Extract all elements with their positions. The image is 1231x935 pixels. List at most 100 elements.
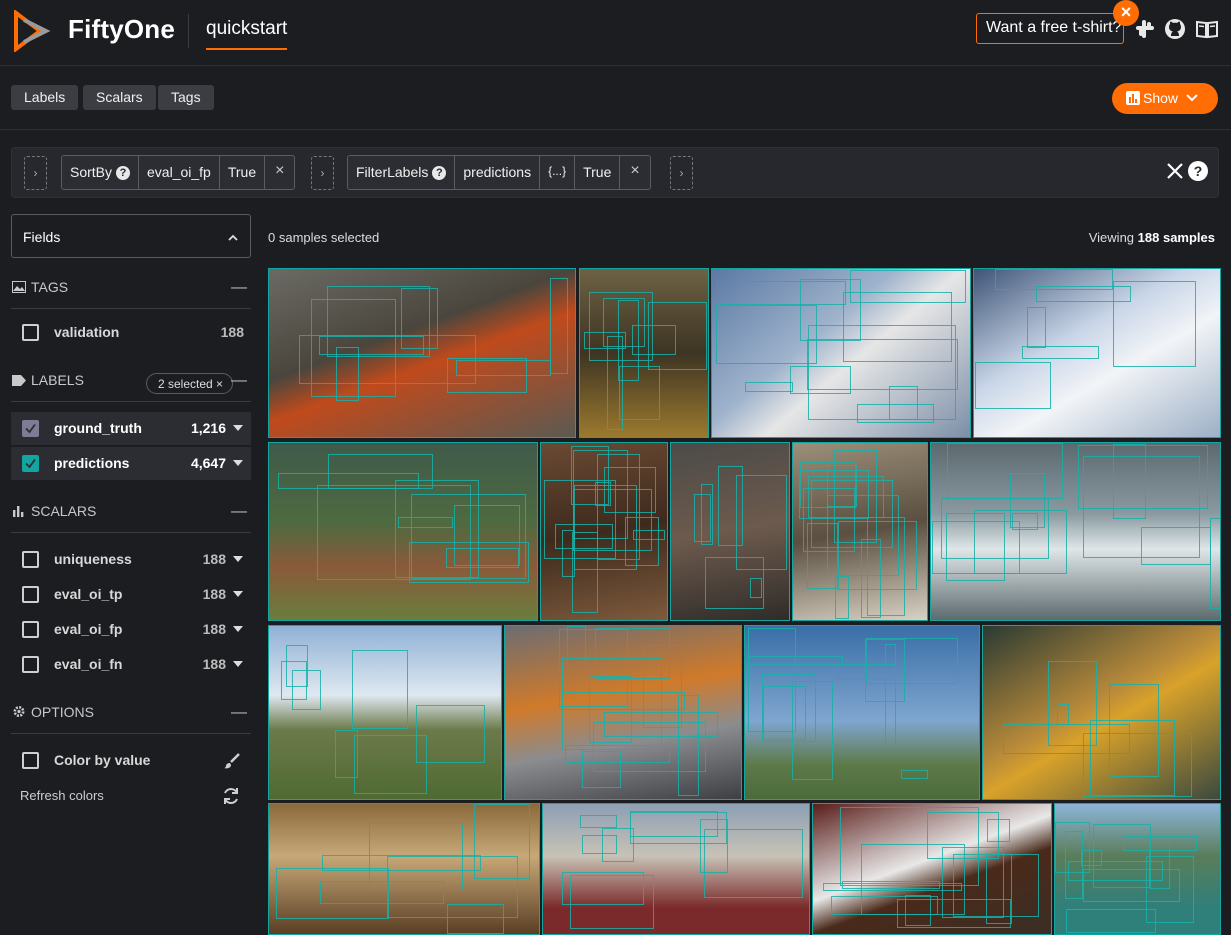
label-name: predictions: [54, 455, 130, 471]
scalar-row-eval-oi-tp[interactable]: eval_oi_tp 188: [11, 578, 251, 611]
sample-thumbnail[interactable]: [792, 442, 928, 621]
docs-book-icon[interactable]: [1196, 18, 1218, 40]
github-icon[interactable]: [1164, 18, 1186, 40]
label-name: ground_truth: [54, 420, 142, 436]
detection-box: [947, 443, 1064, 500]
detection-box: [1011, 513, 1038, 530]
remove-stage-icon[interactable]: ×: [265, 156, 294, 189]
tab-tags[interactable]: Tags: [158, 85, 214, 110]
label-row-ground-truth[interactable]: ground_truth 1,216: [11, 412, 251, 445]
sidebar: Fields TAGS — validation 188 LABELS 2 se…: [0, 199, 262, 935]
labels-section-header[interactable]: LABELS 2 selected × —: [11, 372, 251, 402]
label-count: 4,647: [190, 455, 226, 471]
options-section-header[interactable]: OPTIONS —: [11, 704, 251, 734]
help-icon[interactable]: ?: [1188, 161, 1208, 181]
slack-icon[interactable]: [1134, 18, 1156, 40]
collapse-icon[interactable]: —: [231, 503, 247, 521]
sample-thumbnail[interactable]: [268, 803, 540, 935]
fields-dropdown[interactable]: Fields: [11, 214, 251, 258]
stage-arg-only-matches[interactable]: True: [575, 156, 621, 189]
help-icon[interactable]: ?: [116, 166, 131, 180]
tag-count: 188: [220, 324, 244, 340]
detection-box: [716, 280, 846, 305]
stage-arg-field[interactable]: eval_oi_fp: [139, 156, 220, 189]
detection-box: [945, 512, 1006, 582]
collapse-icon[interactable]: —: [231, 279, 247, 297]
sample-thumbnail[interactable]: [268, 268, 576, 438]
dataset-selector[interactable]: quickstart: [206, 18, 288, 50]
view-stage-filterlabels[interactable]: FilterLabels? predictions {...} True ×: [347, 155, 651, 190]
sample-thumbnail[interactable]: [542, 803, 810, 935]
selected-labels-pill[interactable]: 2 selected ×: [146, 373, 234, 394]
detection-box: [841, 880, 941, 889]
tags-section-header[interactable]: TAGS —: [11, 279, 251, 309]
checkbox[interactable]: [22, 656, 39, 673]
expand-caret-icon[interactable]: [233, 591, 243, 597]
sample-thumbnail[interactable]: [268, 625, 502, 800]
expand-caret-icon[interactable]: [233, 626, 243, 632]
option-color-by-value[interactable]: Color by value: [11, 744, 251, 777]
free-tshirt-button[interactable]: Want a free t-shirt?: [976, 13, 1124, 44]
expand-caret-icon[interactable]: [233, 425, 243, 431]
sample-thumbnail[interactable]: [982, 625, 1221, 800]
help-icon[interactable]: ?: [432, 166, 447, 180]
scalar-row-eval-oi-fn[interactable]: eval_oi_fn 188: [11, 648, 251, 681]
clear-view-icon[interactable]: [1166, 162, 1184, 180]
checkbox[interactable]: [22, 621, 39, 638]
detection-box: [975, 362, 1051, 409]
tab-labels[interactable]: Labels: [11, 85, 79, 110]
stage-arg-reverse[interactable]: True: [220, 156, 266, 189]
checkbox-checked[interactable]: [22, 455, 39, 472]
expand-caret-icon[interactable]: [233, 460, 243, 466]
sample-thumbnail[interactable]: [930, 442, 1221, 621]
add-stage-button[interactable]: ›: [670, 156, 693, 190]
sample-thumbnail[interactable]: [1054, 803, 1221, 935]
view-stage-sortby[interactable]: SortBy? eval_oi_fp True ×: [61, 155, 296, 190]
sample-thumbnail[interactable]: [711, 268, 971, 438]
stage-name[interactable]: SortBy?: [62, 156, 140, 189]
detection-box: [299, 334, 477, 385]
sample-thumbnail[interactable]: [670, 442, 790, 621]
stage-name[interactable]: FilterLabels?: [348, 156, 456, 189]
label-row-predictions[interactable]: predictions 4,647: [11, 447, 251, 480]
sample-thumbnail[interactable]: [579, 268, 709, 438]
sample-thumbnail[interactable]: [268, 442, 538, 621]
expand-caret-icon[interactable]: [233, 556, 243, 562]
paintbrush-icon[interactable]: [223, 752, 241, 770]
detection-box: [1066, 909, 1157, 934]
detection-box: [865, 639, 905, 702]
detection-box: [1047, 661, 1097, 746]
refresh-colors-label[interactable]: Refresh colors: [20, 788, 104, 803]
stage-arg-field[interactable]: predictions: [455, 156, 541, 189]
checkbox[interactable]: [22, 324, 39, 341]
sample-thumbnail[interactable]: [973, 268, 1221, 438]
detection-box: [1035, 285, 1131, 302]
tag-label: validation: [54, 324, 120, 340]
remove-stage-icon[interactable]: ×: [620, 156, 649, 189]
detection-box: [1141, 527, 1211, 565]
sample-thumbnail[interactable]: [504, 625, 742, 800]
checkbox[interactable]: [22, 752, 39, 769]
checkbox[interactable]: [22, 586, 39, 603]
scalars-section-header[interactable]: SCALARS —: [11, 503, 251, 533]
collapse-icon[interactable]: —: [231, 704, 247, 722]
expand-caret-icon[interactable]: [233, 661, 243, 667]
stage-arg-filter[interactable]: {...}: [540, 156, 576, 189]
collapse-icon[interactable]: —: [231, 372, 247, 390]
tag-row-validation[interactable]: validation 188: [11, 316, 251, 349]
scalar-row-uniqueness[interactable]: uniqueness 188: [11, 543, 251, 576]
image-icon: [12, 281, 26, 293]
sample-thumbnail[interactable]: [812, 803, 1052, 935]
scalar-row-eval-oi-fp[interactable]: eval_oi_fp 188: [11, 613, 251, 646]
detection-box: [900, 770, 929, 780]
show-plots-button[interactable]: Show: [1112, 83, 1218, 114]
tab-scalars[interactable]: Scalars: [83, 85, 156, 110]
sample-thumbnail[interactable]: [540, 442, 668, 621]
add-stage-button[interactable]: ›: [24, 156, 47, 190]
add-stage-button[interactable]: ›: [311, 156, 334, 190]
checkbox-checked[interactable]: [22, 420, 39, 437]
sample-thumbnail[interactable]: [744, 625, 980, 800]
fiftyone-logo-icon[interactable]: [10, 10, 52, 52]
checkbox[interactable]: [22, 551, 39, 568]
refresh-icon[interactable]: [221, 786, 241, 806]
